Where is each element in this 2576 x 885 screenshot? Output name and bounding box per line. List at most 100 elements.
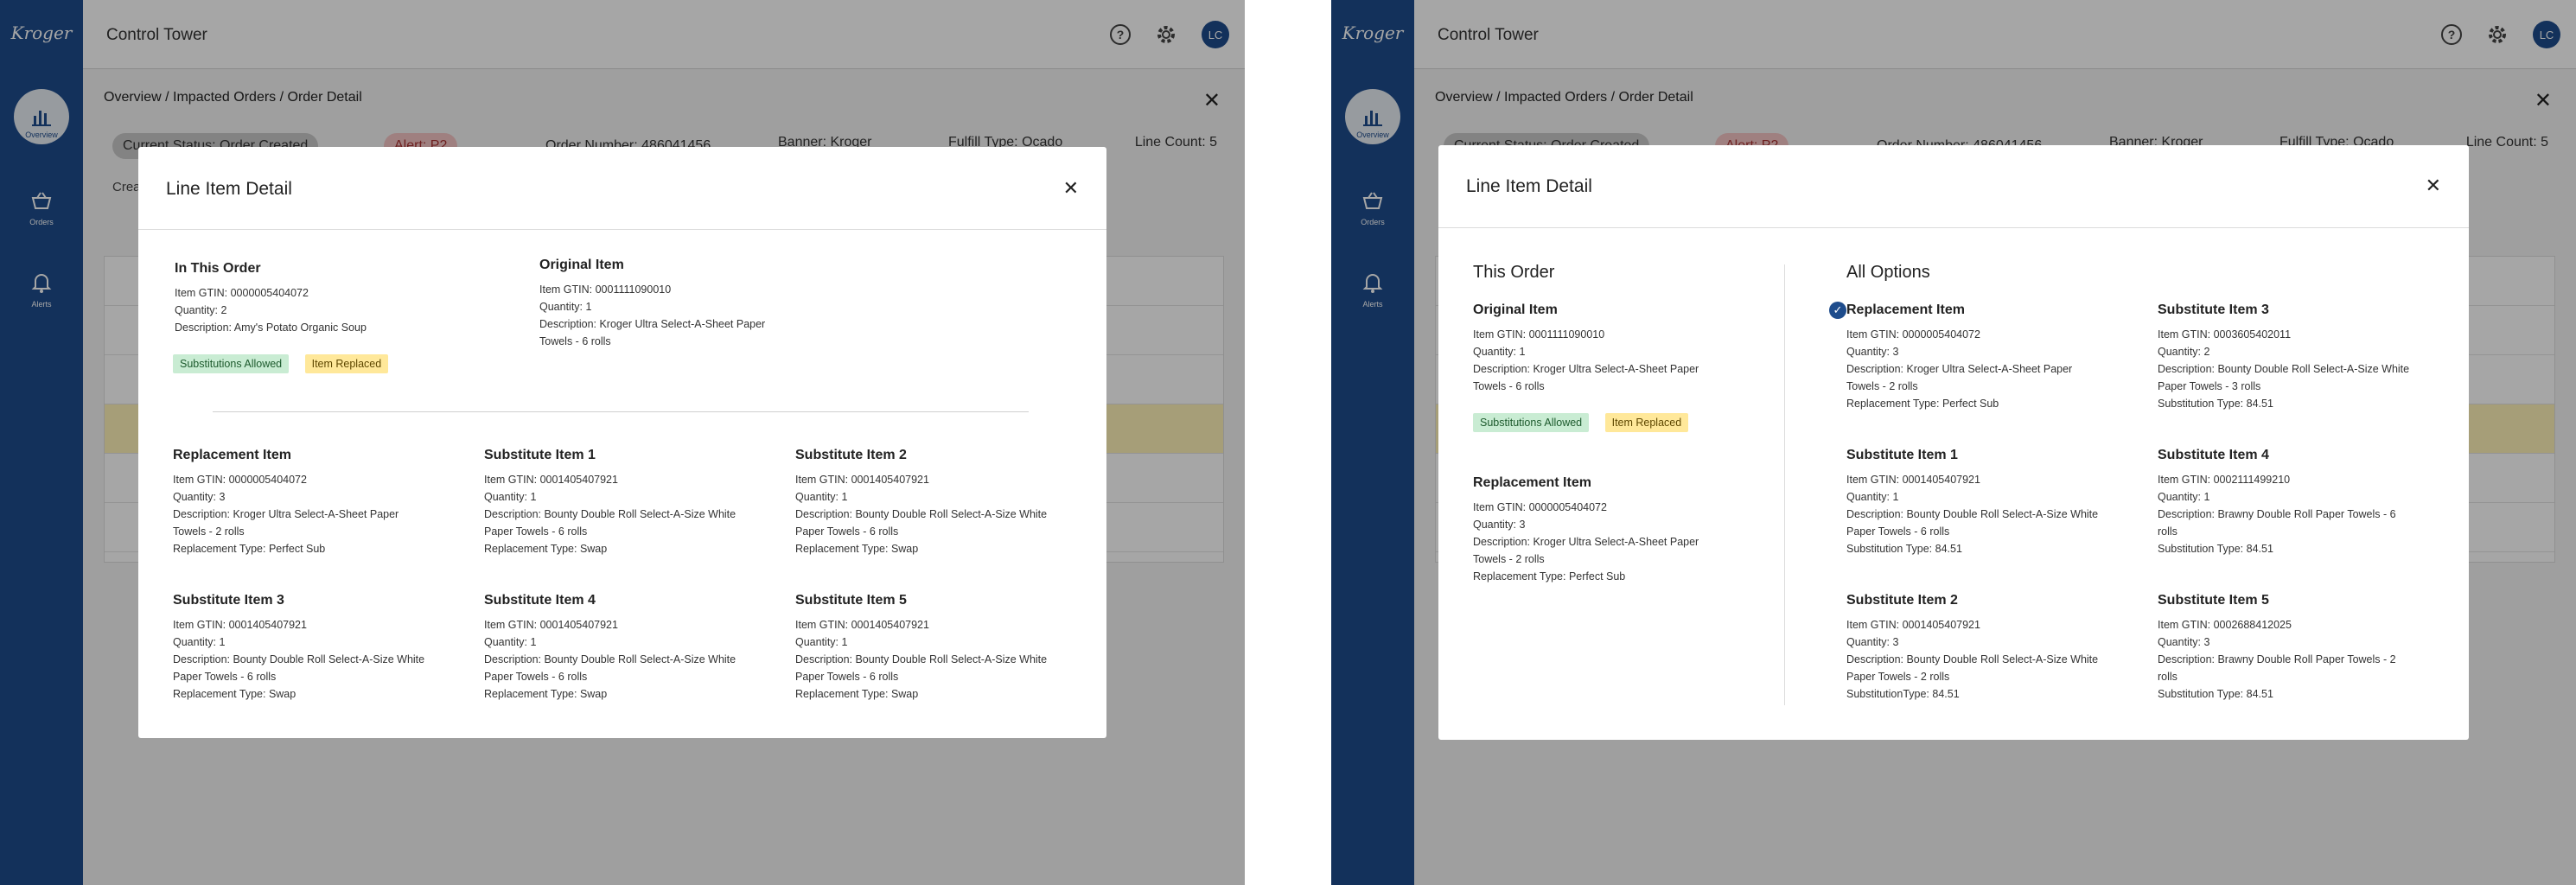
item-replacement-type: Substitution Type: 84.51 xyxy=(2158,543,2273,555)
item-gtin: Item GTIN: 0001405407921 xyxy=(795,474,929,486)
item-replacement-type: Replacement Type: Perfect Sub xyxy=(1473,570,1626,583)
item-description-cont: Towels - 2 rolls xyxy=(173,525,245,538)
item-description: Description: Kroger Ultra Select-A-Sheet… xyxy=(173,508,399,520)
item-replacement-type: Replacement Type: Swap xyxy=(484,543,608,555)
item-description: Description: Bounty Double Roll Select-A… xyxy=(484,508,736,520)
item-title: Substitute Item 2 xyxy=(795,448,907,462)
item-gtin: Item GTIN: 0001405407921 xyxy=(1846,474,1980,486)
item-title: Replacement Item xyxy=(173,448,291,462)
item-gtin: Item GTIN: 0002111499210 xyxy=(2158,474,2291,486)
divider xyxy=(1784,264,1785,705)
selected-check-icon[interactable]: ✓ xyxy=(1829,302,1846,319)
item-description: Description: Kroger Ultra Select-A-Sheet… xyxy=(1473,363,1699,375)
item-gtin: Item GTIN: 0001405407921 xyxy=(484,474,618,486)
item-replacement-type: Replacement Type: Perfect Sub xyxy=(1846,398,1999,410)
item-block[interactable]: Substitute Item 3 Item GTIN: 000140540792… xyxy=(173,593,424,703)
item-description-cont: rolls xyxy=(2158,671,2177,683)
item-title: Substitute Item 5 xyxy=(2158,593,2269,608)
replacement-item-block: Replacement Item Item GTIN: 000000540407… xyxy=(1473,475,1699,585)
item-block[interactable]: Substitute Item 4 Item GTIN: 000211149921… xyxy=(2158,448,2396,557)
item-block[interactable]: Substitute Item 3 Item GTIN: 000360540201… xyxy=(2158,302,2409,412)
item-block[interactable]: Replacement Item Item GTIN: 0000005404072… xyxy=(173,448,399,557)
item-block[interactable]: Replacement Item ✓ Item GTIN: 000000540407… xyxy=(1829,302,2072,412)
screen-right: Kroger Overview Orders Alerts Control To… xyxy=(1331,0,2576,885)
item-replaced-badge: Item Replaced xyxy=(304,354,389,373)
item-description-cont: Towels - 6 rolls xyxy=(1473,380,1545,392)
substitutions-allowed-badge: Substitutions Allowed xyxy=(173,354,290,373)
item-description-cont: Towels - 2 rolls xyxy=(1846,380,1918,392)
item-replaced-badge: Item Replaced xyxy=(1604,413,1689,432)
item-replacement-type: Replacement Type: Swap xyxy=(795,543,919,555)
original-item-block: Original Item Item GTIN: 0001111090010 Q… xyxy=(1473,302,1699,395)
item-description-cont: Paper Towels - 6 rolls xyxy=(484,525,588,538)
this-order-heading: This Order xyxy=(1473,263,1555,282)
item-description-cont: Paper Towels - 6 rolls xyxy=(1846,525,1950,538)
close-icon[interactable]: ✕ xyxy=(1063,177,1079,200)
item-description: Description: Bounty Double Roll Select-A… xyxy=(1846,653,2099,665)
item-replacement-type: Replacement Type: Swap xyxy=(795,688,919,700)
item-description-cont: Towels - 6 rolls xyxy=(539,335,611,347)
item-title: Substitute Item 4 xyxy=(484,593,596,608)
item-title: Substitute Item 3 xyxy=(2158,302,2269,317)
modal-header: Line Item Detail ✕ xyxy=(1438,145,2469,228)
line-item-detail-modal: Line Item Detail ✕ This Order All Option… xyxy=(1438,145,2469,740)
item-title: Substitute Item 3 xyxy=(173,593,284,608)
item-gtin: Item GTIN: 0003605402011 xyxy=(2158,328,2292,341)
item-description: Description: Brawny Double Roll Paper To… xyxy=(2158,653,2396,665)
item-gtin: Item GTIN: 0001405407921 xyxy=(484,619,618,631)
item-block[interactable]: Substitute Item 2 Item GTIN: 000140540792… xyxy=(1846,593,2098,703)
item-quantity: Quantity: 1 xyxy=(795,636,848,648)
screen-left: Kroger Overview Orders Alerts Control To… xyxy=(0,0,1245,885)
item-description-cont: Towels - 2 rolls xyxy=(1473,553,1545,565)
item-title: Substitute Item 2 xyxy=(1846,593,1958,608)
item-description: Description: Bounty Double Roll Select-A… xyxy=(484,653,736,665)
item-replacement-type: Replacement Type: Swap xyxy=(484,688,608,700)
item-quantity: Quantity: 2 xyxy=(2158,346,2210,358)
badges-row: Substitutions Allowed Item Replaced xyxy=(1473,413,1700,432)
item-quantity: Quantity: 3 xyxy=(2158,636,2210,648)
item-description-cont: Paper Towels - 6 rolls xyxy=(484,671,588,683)
item-quantity: Quantity: 1 xyxy=(484,636,537,648)
item-description-cont: Paper Towels - 3 rolls xyxy=(2158,380,2261,392)
item-quantity: Quantity: 1 xyxy=(484,491,537,503)
modal-title: Line Item Detail xyxy=(1466,176,1592,196)
item-description-cont: Paper Towels - 2 rolls xyxy=(1846,671,1950,683)
item-description: Description: Bounty Double Roll Select-A… xyxy=(795,653,1048,665)
item-description-cont: Paper Towels - 6 rolls xyxy=(795,525,899,538)
line-item-detail-modal: Line Item Detail ✕ In This Order Item GT… xyxy=(138,147,1106,738)
item-gtin: Item GTIN: 0000005404072 xyxy=(175,287,309,299)
item-block[interactable]: Substitute Item 1 Item GTIN: 000140540792… xyxy=(1846,448,2098,557)
item-replacement-type: Substitution Type: 84.51 xyxy=(2158,688,2273,700)
item-quantity: Quantity: 1 xyxy=(795,491,848,503)
item-block[interactable]: Substitute Item 1 Item GTIN: 000140540792… xyxy=(484,448,736,557)
item-quantity: Quantity: 1 xyxy=(173,636,226,648)
item-title: Substitute Item 4 xyxy=(2158,448,2269,462)
item-description: Description: Kroger Ultra Select-A-Sheet… xyxy=(539,318,766,330)
item-gtin: Item GTIN: 0000005404072 xyxy=(173,474,307,486)
item-title: Substitute Item 1 xyxy=(1846,448,1958,462)
item-quantity: Quantity: 1 xyxy=(2158,491,2210,503)
item-quantity: Quantity: 3 xyxy=(1473,519,1526,531)
item-block[interactable]: Substitute Item 5 Item GTIN: 000140540792… xyxy=(795,593,1047,703)
item-gtin: Item GTIN: 0001405407921 xyxy=(795,619,929,631)
item-quantity: Quantity: 3 xyxy=(173,491,226,503)
original-item-block: Original Item Item GTIN: 0001111090010 Q… xyxy=(539,258,765,350)
item-title: In This Order xyxy=(175,261,261,276)
all-options-heading: All Options xyxy=(1846,263,1930,282)
divider xyxy=(213,411,1029,412)
item-description: Description: Bounty Double Roll Select-A… xyxy=(795,508,1048,520)
item-description: Description: Brawny Double Roll Paper To… xyxy=(2158,508,2396,520)
item-quantity: Quantity: 2 xyxy=(175,304,227,316)
modal-title: Line Item Detail xyxy=(166,179,292,199)
item-quantity: Quantity: 1 xyxy=(1846,491,1899,503)
item-block[interactable]: Substitute Item 5 Item GTIN: 000268841202… xyxy=(2158,593,2396,703)
item-quantity: Quantity: 3 xyxy=(1846,636,1899,648)
close-icon[interactable]: ✕ xyxy=(2426,175,2441,197)
item-title: Replacement Item xyxy=(1473,475,1591,490)
item-block[interactable]: Substitute Item 4 Item GTIN: 000140540792… xyxy=(484,593,736,703)
item-description-cont: Paper Towels - 6 rolls xyxy=(173,671,277,683)
item-block[interactable]: Substitute Item 2 Item GTIN: 000140540792… xyxy=(795,448,1047,557)
item-description: Description: Bounty Double Roll Select-A… xyxy=(1846,508,2099,520)
item-title: Original Item xyxy=(539,258,624,272)
item-quantity: Quantity: 1 xyxy=(539,301,592,313)
